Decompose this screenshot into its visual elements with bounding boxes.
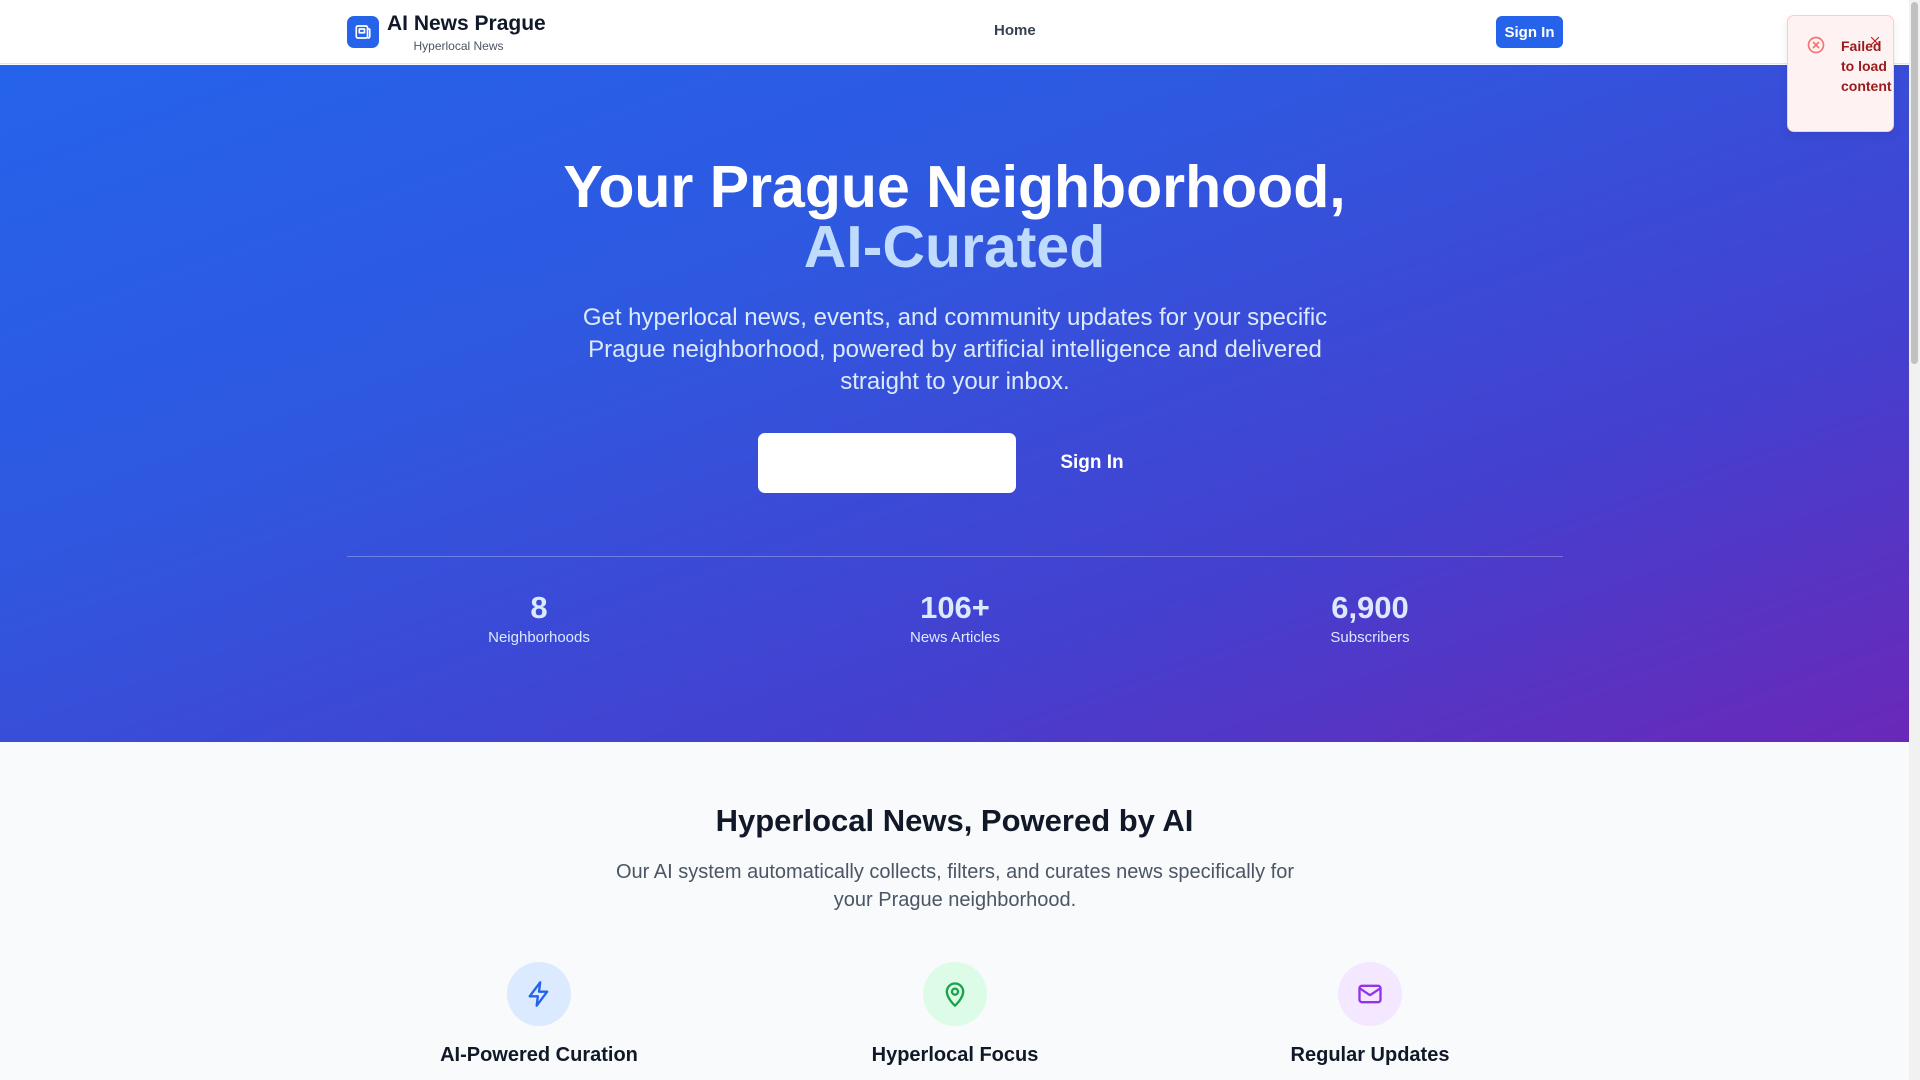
feature-title: Regular Updates: [1290, 1044, 1450, 1066]
close-icon[interactable]: [1868, 34, 1882, 48]
feature-hyperlocal-focus: Hyperlocal Focus: [795, 962, 1115, 1067]
mail-icon: [1338, 962, 1402, 1026]
map-pin-icon: [923, 962, 987, 1026]
lightning-icon: [507, 962, 571, 1026]
stat-value: 106+: [920, 590, 990, 625]
page-scrollbar[interactable]: [1909, 0, 1920, 1080]
hero-title: Your Prague Neighborhood, AI-Curated: [0, 157, 1909, 277]
error-toast: Failed to load content: [1787, 15, 1894, 132]
brand-name[interactable]: AI News Prague: [387, 12, 546, 36]
features-title: Hyperlocal News, Powered by AI: [715, 803, 1194, 838]
brand-tagline: Hyperlocal News: [413, 39, 504, 53]
hero-divider: [347, 556, 1563, 557]
nav-link-home[interactable]: Home: [994, 22, 1036, 39]
stat-neighborhoods: 8 Neighborhoods: [389, 589, 689, 646]
newspaper-icon[interactable]: [347, 16, 379, 48]
hero-title-line1: Your Prague Neighborhood,: [563, 154, 1346, 220]
header-sign-in-button[interactable]: Sign In: [1496, 16, 1563, 48]
feature-title: AI-Powered Curation: [440, 1044, 638, 1066]
scrollbar-thumb[interactable]: [1911, 2, 1918, 364]
stat-subscribers: 6,900 Subscribers: [1220, 589, 1520, 646]
hero-title-accent: AI-Curated: [803, 214, 1106, 280]
stat-value: 8: [530, 590, 548, 625]
top-navbar: AI News Prague Hyperlocal News Home Sign…: [0, 0, 1909, 64]
feature-ai-curation: AI-Powered Curation: [379, 962, 699, 1067]
stat-news-articles: 106+ News Articles: [805, 589, 1105, 646]
features-description: Our AI system automatically collects, fi…: [615, 861, 1295, 911]
hero-section: Your Prague Neighborhood, AI-Curated Get…: [0, 65, 1909, 742]
hero-primary-cta-button[interactable]: [758, 433, 1016, 493]
feature-title: Hyperlocal Focus: [871, 1044, 1039, 1066]
stat-label: News Articles: [909, 629, 1001, 646]
hero-sign-in-button[interactable]: Sign In: [1040, 433, 1144, 493]
stat-label: Subscribers: [1330, 629, 1410, 646]
stat-value: 6,900: [1331, 590, 1409, 625]
error-circle-icon: [1806, 35, 1826, 55]
hero-description: Get hyperlocal news, events, and communi…: [582, 304, 1328, 395]
feature-regular-updates: Regular Updates: [1210, 962, 1530, 1067]
stat-label: Neighborhoods: [488, 629, 590, 646]
toast-message: Failed to load content: [1841, 38, 1892, 94]
page: AI News Prague Hyperlocal News Home Sign…: [0, 0, 1909, 1080]
